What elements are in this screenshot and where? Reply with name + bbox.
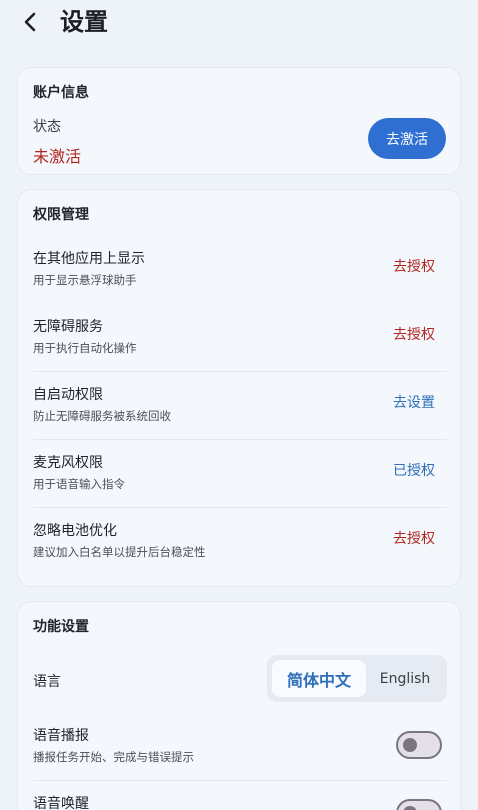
voice-wake-toggle[interactable] [396, 799, 442, 810]
setting-name: 语音播报 [33, 728, 89, 744]
grant-battery-button[interactable]: 去授权 [393, 528, 435, 548]
section-title-permissions: 权限管理 [33, 207, 89, 223]
language-option-zh[interactable]: 简体中文 [272, 660, 366, 697]
toggle-knob [403, 738, 417, 752]
setting-desc: 播报任务开始、完成与错误提示 [33, 750, 194, 764]
divider [33, 780, 447, 781]
permission-desc: 建议加入白名单以提升后台稳定性 [33, 545, 206, 559]
autostart-settings-button[interactable]: 去设置 [393, 392, 435, 412]
setting-row-voice-broadcast: 语音播报 播报任务开始、完成与错误提示 [18, 715, 462, 781]
voice-broadcast-toggle[interactable] [396, 731, 442, 759]
permission-name: 自启动权限 [33, 387, 103, 403]
permission-name: 无障碍服务 [33, 319, 103, 335]
page-title: 设置 [60, 8, 108, 36]
permission-row-accessibility[interactable]: 无障碍服务 用于执行自动化操作 去授权 [18, 304, 462, 372]
section-title-account: 账户信息 [33, 85, 89, 101]
permission-row-autostart[interactable]: 自启动权限 防止无障碍服务被系统回收 去设置 [18, 372, 462, 440]
permission-desc: 用于执行自动化操作 [33, 341, 137, 355]
status-label: 状态 [33, 119, 61, 135]
chevron-left-icon [24, 12, 36, 32]
permission-name: 在其他应用上显示 [33, 251, 145, 267]
toggle-knob [403, 806, 417, 810]
permission-name: 麦克风权限 [33, 455, 103, 471]
permission-desc: 防止无障碍服务被系统回收 [33, 409, 171, 423]
setting-row-voice-wake: 语音唤醒 [18, 783, 462, 810]
function-settings-card: 功能设置 语言 简体中文 English 语音播报 播报任务开始、完成与错误提示… [17, 601, 461, 810]
permission-row-overlay[interactable]: 在其他应用上显示 用于显示悬浮球助手 去授权 [18, 236, 462, 304]
language-label: 语言 [33, 674, 61, 690]
grant-accessibility-button[interactable]: 去授权 [393, 324, 435, 344]
language-option-en[interactable]: English [366, 660, 444, 697]
section-title-functions: 功能设置 [33, 619, 89, 635]
permission-desc: 用于语音输入指令 [33, 477, 125, 491]
status-value: 未激活 [33, 147, 82, 166]
activate-button[interactable]: 去激活 [368, 118, 446, 159]
back-button[interactable] [16, 8, 44, 36]
permission-row-microphone[interactable]: 麦克风权限 用于语音输入指令 已授权 [18, 440, 462, 508]
permissions-card: 权限管理 在其他应用上显示 用于显示悬浮球助手 去授权 无障碍服务 用于执行自动… [17, 189, 461, 587]
permission-desc: 用于显示悬浮球助手 [33, 273, 137, 287]
permission-row-battery[interactable]: 忽略电池优化 建议加入白名单以提升后台稳定性 去授权 [18, 508, 462, 576]
language-segmented-control: 简体中文 English [267, 655, 447, 702]
microphone-granted-status[interactable]: 已授权 [393, 460, 435, 480]
top-bar: 设置 [0, 0, 478, 48]
grant-overlay-button[interactable]: 去授权 [393, 256, 435, 276]
permission-name: 忽略电池优化 [33, 523, 117, 539]
account-info-card: 账户信息 状态 未激活 去激活 [17, 67, 461, 175]
setting-name: 语音唤醒 [33, 796, 89, 810]
